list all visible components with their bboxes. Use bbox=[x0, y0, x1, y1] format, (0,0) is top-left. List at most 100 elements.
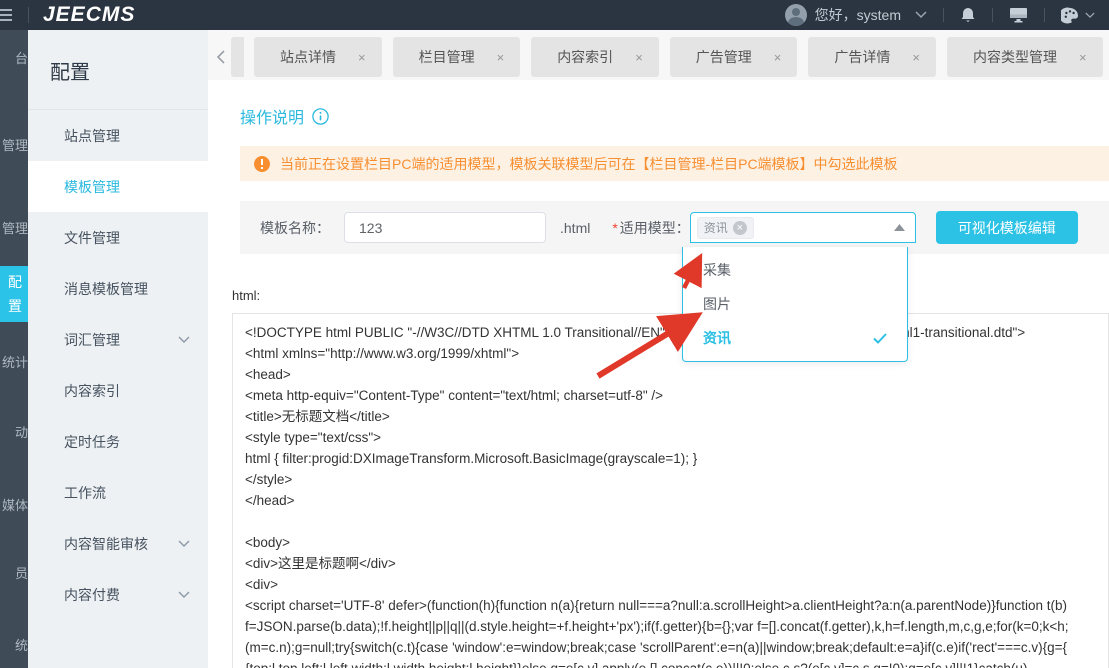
dropdown-option-zixun[interactable]: 资讯 bbox=[683, 321, 907, 355]
help-link[interactable]: 操作说明 bbox=[240, 104, 304, 128]
sidebar: 配置 站点管理 模板管理 文件管理 消息模板管理 词汇管理 内容索引 定时任务 … bbox=[28, 30, 208, 668]
monitor-icon[interactable] bbox=[1009, 7, 1028, 23]
code-line: <meta http-equiv="Content-Type" content=… bbox=[245, 388, 664, 403]
sidebar-item-scheduled-tasks[interactable]: 定时任务 bbox=[28, 416, 208, 467]
tab-clipped[interactable] bbox=[231, 37, 244, 77]
primary-nav-item[interactable]: 媒体 bbox=[0, 495, 28, 514]
header-right: 您好，system bbox=[784, 0, 1109, 30]
code-line: <body> bbox=[245, 535, 291, 550]
check-icon bbox=[873, 332, 887, 344]
close-icon[interactable]: × bbox=[497, 50, 505, 65]
caret-up-icon bbox=[893, 224, 905, 231]
primary-nav-item-active[interactable]: 配置 bbox=[0, 266, 28, 322]
header-left: JEECMS bbox=[0, 0, 135, 30]
tab-bar: 站点详情 × 栏目管理 × 内容索引 × 广告管理 × 广告详情 × 内容类型管理 × bbox=[208, 30, 1109, 80]
close-icon[interactable]: × bbox=[358, 50, 366, 65]
chevron-down-icon[interactable] bbox=[915, 11, 927, 19]
template-form: 模板名称： .html *适用模型： 资讯× 可视化模板编辑 bbox=[240, 201, 1109, 254]
sidebar-item-paid-content[interactable]: 内容付费 bbox=[28, 569, 208, 620]
template-code-editor[interactable]: <!DOCTYPE html PUBLIC "-//W3C//DTD XHTML… bbox=[232, 313, 1109, 668]
sidebar-title: 配置 bbox=[50, 62, 90, 84]
primary-nav-item[interactable]: 统 bbox=[0, 635, 28, 654]
header-divider bbox=[992, 8, 993, 22]
dropdown-option-tupian[interactable]: 图片 bbox=[683, 287, 907, 321]
primary-nav-item[interactable]: 动 bbox=[0, 422, 28, 441]
avatar[interactable] bbox=[784, 4, 807, 26]
tabs-scroll-left-icon[interactable] bbox=[208, 50, 231, 64]
primary-nav: 台 管理 管理 配置 统计 动 媒体 员 统 bbox=[0, 30, 28, 668]
tab-content-type-management[interactable]: 内容类型管理 × bbox=[946, 37, 1103, 77]
primary-nav-item[interactable]: 统计 bbox=[0, 352, 28, 371]
operation-help: 操作说明 bbox=[240, 104, 1109, 128]
chevron-down-icon[interactable] bbox=[1085, 12, 1095, 19]
tab-ad-management[interactable]: 广告管理 × bbox=[669, 37, 798, 77]
code-line: f=JSON.parse(b.data);!f.height||p||q||(d… bbox=[245, 619, 1069, 634]
chevron-down-icon bbox=[178, 591, 190, 598]
primary-nav-item[interactable]: 管理 bbox=[0, 218, 28, 237]
app-header: JEECMS 您好，system bbox=[0, 0, 1109, 30]
close-icon[interactable]: × bbox=[912, 50, 920, 65]
sidebar-item-ai-review[interactable]: 内容智能审核 bbox=[28, 518, 208, 569]
code-line: (m=c.n);g=null;try{switch(c.t){case 'win… bbox=[245, 640, 1067, 655]
header-divider bbox=[1044, 8, 1045, 22]
close-icon[interactable]: × bbox=[774, 50, 782, 65]
close-icon[interactable]: × bbox=[1079, 50, 1087, 65]
notice-bar: 当前正在设置栏目PC端的适用模型，模板关联模型后可在【栏目管理-栏目PC端模板】… bbox=[240, 146, 1109, 181]
chevron-down-icon bbox=[178, 540, 190, 547]
code-line: {top:l.top,left:l.left,width:l.width,hei… bbox=[245, 658, 1096, 668]
code-line: </head> bbox=[245, 493, 295, 508]
sidebar-item-file-management[interactable]: 文件管理 bbox=[28, 212, 208, 263]
menu-icon[interactable] bbox=[0, 9, 12, 21]
code-line: <div>这里是标题啊</div> bbox=[245, 556, 396, 571]
theme-palette-icon[interactable] bbox=[1061, 7, 1079, 24]
jeecms-logo: JEECMS bbox=[43, 3, 136, 26]
required-mark: * bbox=[612, 219, 618, 236]
sidebar-item-content-index[interactable]: 内容索引 bbox=[28, 365, 208, 416]
code-line: html { filter:progid:DXImageTransform.Mi… bbox=[245, 451, 698, 466]
tag-close-icon[interactable]: × bbox=[732, 220, 747, 235]
selected-tag: 资讯 × bbox=[696, 216, 754, 239]
model-label: * 适用模型： bbox=[612, 219, 690, 236]
template-name-input[interactable] bbox=[344, 212, 546, 243]
bell-icon[interactable] bbox=[960, 7, 976, 24]
notice-text: 当前正在设置栏目PC端的适用模型，模板关联模型后可在【栏目管理-栏目PC端模板】… bbox=[280, 155, 898, 172]
main-area: 站点详情 × 栏目管理 × 内容索引 × 广告管理 × 广告详情 × 内容类型管理 × 操作… bbox=[208, 30, 1109, 668]
sidebar-item-workflow[interactable]: 工作流 bbox=[28, 467, 208, 518]
app-window: JEECMS 您好，system 台 管理 管理 配置 统计 动 媒体 员 统 … bbox=[0, 0, 1109, 668]
primary-nav-item[interactable]: 管理 bbox=[0, 135, 28, 154]
tab-content-index[interactable]: 内容索引 × bbox=[531, 37, 659, 77]
code-line: <style type="text/css"> bbox=[245, 430, 382, 445]
code-line: <div> bbox=[245, 577, 279, 592]
file-suffix: .html bbox=[560, 219, 591, 236]
page-content: 操作说明 当前正在设置栏目PC端的适用模型，模板关联模型后可在【栏目管理-栏目P… bbox=[208, 104, 1109, 668]
sidebar-item-vocabulary[interactable]: 词汇管理 bbox=[28, 314, 208, 365]
model-select[interactable]: 资讯 × bbox=[689, 212, 916, 243]
visual-template-edit-button[interactable]: 可视化模板编辑 bbox=[935, 211, 1078, 244]
sidebar-item-template-management[interactable]: 模板管理 bbox=[28, 161, 208, 212]
header-divider bbox=[943, 8, 944, 22]
code-label: html: bbox=[232, 288, 261, 303]
code-line: <html xmlns="http://www.w3.org/1999/xhtm… bbox=[245, 346, 520, 361]
sidebar-item-site-management[interactable]: 站点管理 bbox=[28, 110, 208, 161]
info-icon[interactable] bbox=[312, 107, 329, 125]
user-greeting[interactable]: 您好，system bbox=[815, 5, 901, 25]
code-line: <!DOCTYPE html PUBLIC "-//W3C//DTD XHTML… bbox=[245, 325, 1026, 340]
chevron-down-icon bbox=[178, 336, 190, 343]
primary-nav-item[interactable]: 员 bbox=[0, 563, 28, 582]
code-line: <script charset='UTF-8' defer>(function(… bbox=[245, 598, 1067, 613]
close-icon[interactable]: × bbox=[635, 50, 643, 65]
warning-icon bbox=[254, 155, 270, 172]
primary-nav-item[interactable]: 台 bbox=[0, 48, 28, 67]
tab-column-management[interactable]: 栏目管理 × bbox=[392, 37, 521, 77]
header-divider bbox=[28, 7, 29, 23]
code-line: <title>无标题文档</title> bbox=[245, 409, 390, 424]
dropdown-option-caiji[interactable]: 采集 bbox=[683, 253, 907, 287]
body-row: 台 管理 管理 配置 统计 动 媒体 员 统 配置 站点管理 模板管理 文件管理… bbox=[0, 30, 1109, 668]
code-line: <head> bbox=[245, 367, 291, 382]
code-line: </style> bbox=[245, 472, 293, 487]
tab-site-detail[interactable]: 站点详情 × bbox=[254, 37, 382, 77]
sidebar-item-message-template[interactable]: 消息模板管理 bbox=[28, 263, 208, 314]
template-name-label: 模板名称： bbox=[260, 219, 330, 236]
tab-ad-detail[interactable]: 广告详情 × bbox=[808, 37, 936, 77]
